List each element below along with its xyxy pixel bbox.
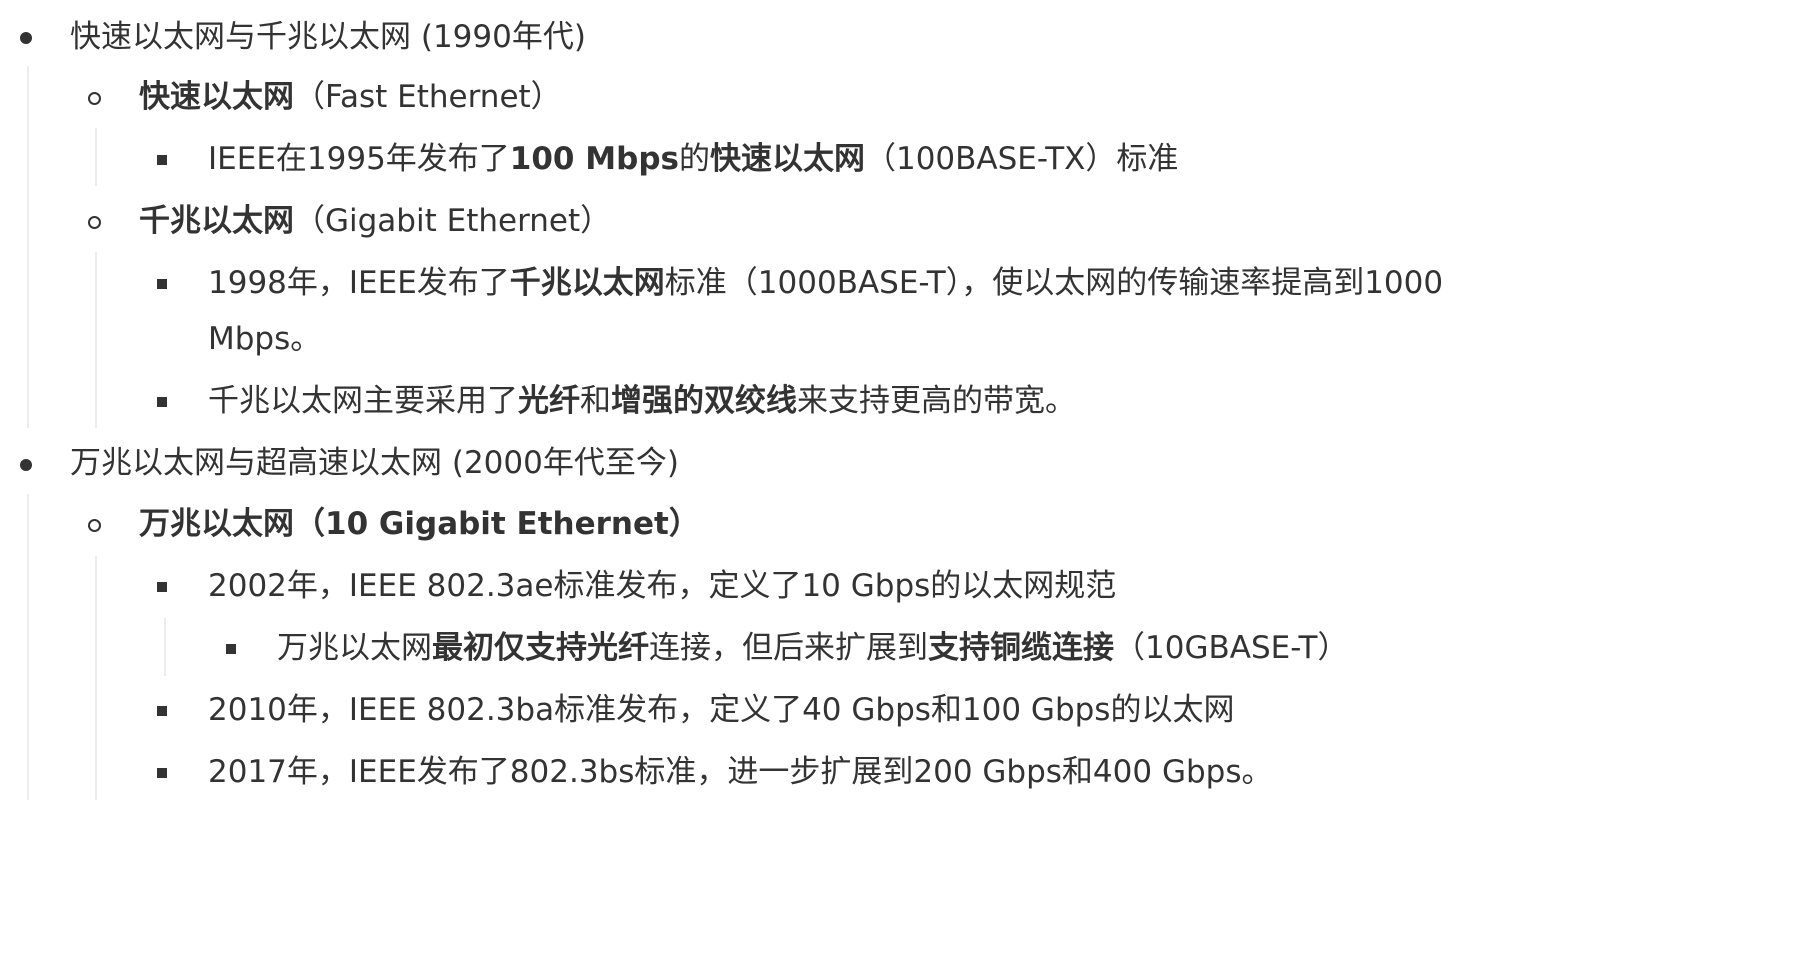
text: 2002年，IEEE 802.3ae标准发布，定义了10 Gbps的以太网规范 <box>208 568 1117 604</box>
list-item-10g-media: 万兆以太网最初仅支持光纤连接，但后来扩展到支持铜缆连接（10GBASE-T） <box>277 628 1348 668</box>
bullet-square <box>157 706 167 716</box>
text: 2010年，IEEE 802.3ba标准发布，定义了40 Gbps和100 Gb… <box>208 692 1235 728</box>
bullet-disc <box>20 32 32 44</box>
bullet-square <box>157 768 167 778</box>
bold-text: 万兆以太网（10 Gigabit Ethernet） <box>139 506 700 542</box>
text: 和 <box>580 383 611 419</box>
list-item-802-3bs: 2017年，IEEE发布了802.3bs标准，进一步扩展到200 Gbps和40… <box>208 752 1272 792</box>
text: 标准（1000BASE-T），使以太网的传输速率提高到1000 <box>664 265 1444 301</box>
text: 的 <box>678 141 710 177</box>
text: 连接，但后来扩展到 <box>649 630 928 666</box>
text: 1998年，IEEE发布了 <box>208 265 510 301</box>
text: （100BASE-TX）标准 <box>864 141 1179 177</box>
bold-text: 最初仅支持光纤 <box>432 630 649 666</box>
bullet-square <box>157 397 167 407</box>
bold-text: 千兆以太网 <box>509 265 665 301</box>
text: 万兆以太网 <box>277 630 432 666</box>
bold-text: 快速以太网 <box>709 141 865 177</box>
list-item-gigabit-ethernet: 千兆以太网（Gigabit Ethernet） <box>139 201 611 241</box>
bullet-circle <box>88 519 101 532</box>
text: 2017年，IEEE发布了802.3bs标准，进一步扩展到200 Gbps和40… <box>208 754 1273 790</box>
list-item-10g-ethernet: 万兆以太网（10 Gigabit Ethernet） <box>139 504 700 544</box>
list-item-gigabit-media: 千兆以太网主要采用了光纤和增强的双绞线来支持更高的带宽。 <box>208 381 1076 421</box>
list-item-10g-highspeed-era: 万兆以太网与超高速以太网 (2000年代至今) <box>70 443 679 483</box>
text: （10GBASE-T） <box>1114 630 1349 666</box>
text: 快速以太网与千兆以太网 (1990年代) <box>70 19 586 55</box>
bold-text: 100 Mbps <box>509 141 679 177</box>
list-item-fast-gigabit-era: 快速以太网与千兆以太网 (1990年代) <box>70 17 586 57</box>
text: 万兆以太网与超高速以太网 (2000年代至今) <box>70 445 679 481</box>
indent-guide <box>95 128 97 186</box>
indent-guide <box>95 252 97 428</box>
list-item-gigabit-standard: 1998年，IEEE发布了千兆以太网标准（1000BASE-T），使以太网的传输… <box>208 263 1443 303</box>
list-item-802-3ae: 2002年，IEEE 802.3ae标准发布，定义了10 Gbps的以太网规范 <box>208 566 1116 606</box>
text: 千兆以太网主要采用了 <box>208 383 518 419</box>
bullet-square <box>226 644 236 654</box>
indent-guide <box>27 494 29 800</box>
list-item-gigabit-standard-cont: Mbps。 <box>208 319 321 359</box>
bold-text: 快速以太网 <box>139 79 294 115</box>
bullet-circle <box>88 216 101 229</box>
bullet-square <box>157 582 167 592</box>
list-item-fast-ethernet: 快速以太网（Fast Ethernet） <box>139 77 562 117</box>
indent-guide <box>164 618 166 676</box>
text: （Fast Ethernet） <box>294 79 562 115</box>
bullet-disc <box>20 459 32 471</box>
text: （Gigabit Ethernet） <box>294 203 612 239</box>
bold-text: 光纤 <box>518 383 580 419</box>
bullet-square <box>157 155 167 165</box>
bullet-circle <box>88 92 101 105</box>
list-item-fast-ethernet-detail: IEEE在1995年发布了100 Mbps的快速以太网（100BASE-TX）标… <box>208 139 1178 179</box>
list-item-802-3ba: 2010年，IEEE 802.3ba标准发布，定义了40 Gbps和100 Gb… <box>208 690 1234 730</box>
bold-text: 增强的双绞线 <box>611 383 797 419</box>
indent-guide <box>95 556 97 800</box>
bold-text: 支持铜缆连接 <box>928 630 1114 666</box>
text: 来支持更高的带宽。 <box>797 383 1076 419</box>
indent-guide <box>27 66 29 428</box>
text: Mbps。 <box>208 321 322 357</box>
bullet-square <box>157 279 167 289</box>
bold-text: 千兆以太网 <box>139 203 294 239</box>
text: IEEE在1995年发布了 <box>208 141 510 177</box>
